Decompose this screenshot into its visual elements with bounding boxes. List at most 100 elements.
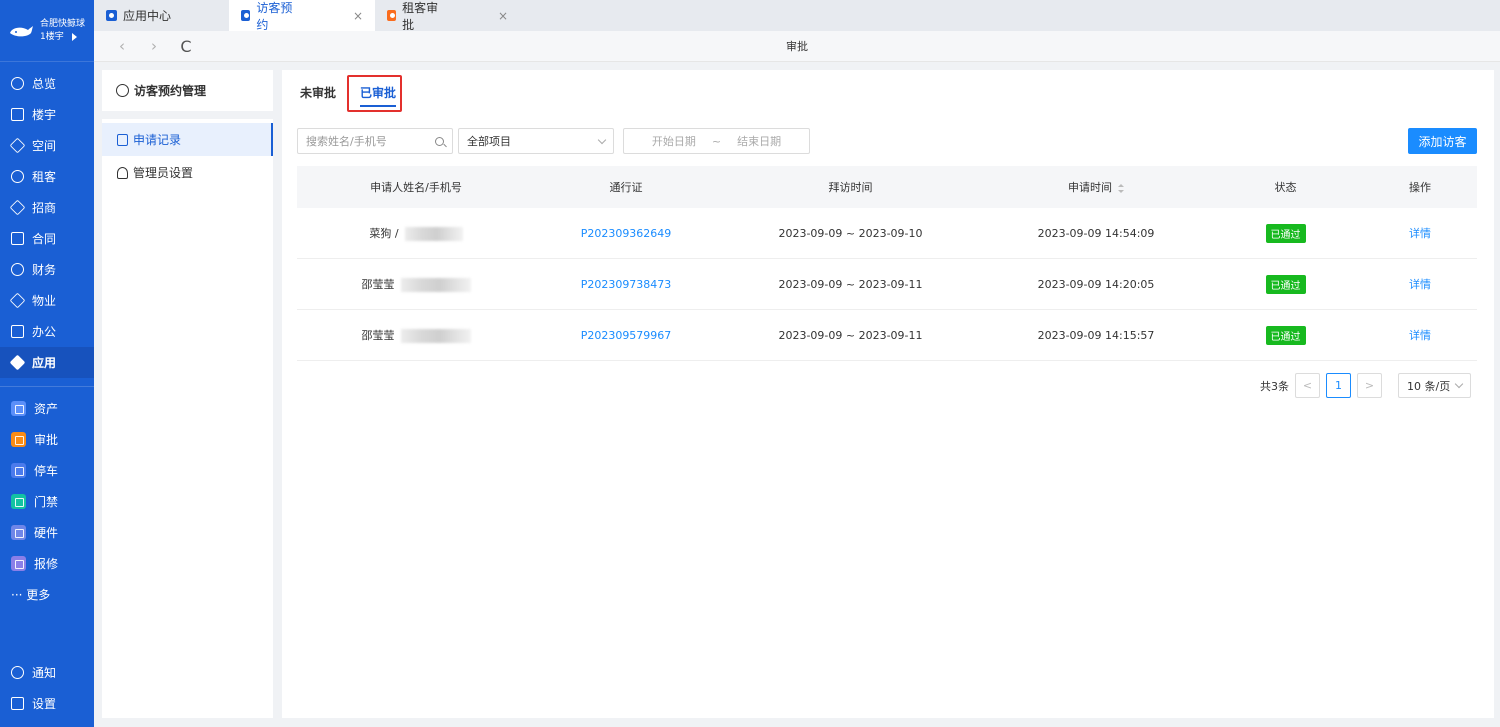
tab-app-center[interactable]: 应用中心: [94, 0, 229, 31]
visit-time-cell: 2023-09-09 ~ 2023-09-10: [778, 226, 923, 240]
nav-item-overview[interactable]: 总览: [0, 68, 94, 99]
col-status: 状态: [1274, 181, 1297, 194]
table-row: 菜狗 / P202309362649 2023-09-09 ~ 2023-09-…: [297, 208, 1477, 259]
nav-item-tenant[interactable]: 租客: [0, 161, 94, 192]
building-icon: [11, 108, 24, 121]
tab-approved[interactable]: 已审批: [348, 70, 408, 115]
hardware-app-icon: [11, 525, 26, 540]
app-icon: [9, 354, 26, 371]
submenu-item-records[interactable]: 申请记录: [102, 123, 273, 156]
approval-app-icon: [11, 432, 26, 447]
status-badge: 已通过: [1265, 223, 1306, 243]
search-input[interactable]: 搜索姓名/手机号: [297, 128, 453, 154]
tenant-icon: [11, 170, 24, 183]
nav-item-hardware[interactable]: 硬件: [0, 517, 94, 548]
main-panel: 未审批 已审批 搜索姓名/手机号 全部项目 开始日期 ~ 结束日期 添加访客 申…: [282, 70, 1494, 718]
building-name: 1楼宇: [40, 31, 64, 42]
parking-app-icon: [11, 463, 26, 478]
menu-icon: [11, 697, 24, 710]
nav-item-parking[interactable]: 停车: [0, 455, 94, 486]
chevron-down-icon: [1454, 379, 1464, 389]
col-pass: 通行证: [609, 181, 643, 194]
nav-item-finance[interactable]: 财务: [0, 254, 94, 285]
col-apply-time[interactable]: 申请时间: [984, 179, 1208, 195]
total-count: 共3条: [1260, 379, 1289, 393]
brand-switcher[interactable]: 合肥快鲸球 1楼宇: [0, 0, 94, 62]
nav-item-leasing[interactable]: 招商: [0, 192, 94, 223]
table-row: 邵莹莹 P202309738473 2023-09-09 ~ 2023-09-1…: [297, 259, 1477, 310]
pass-link[interactable]: P202309362649: [535, 227, 717, 240]
next-page-button[interactable]: >: [1357, 373, 1382, 398]
col-applicant: 申请人姓名/手机号: [370, 181, 462, 194]
assets-app-icon: [11, 401, 26, 416]
nav-item-property[interactable]: 物业: [0, 285, 94, 316]
nav-item-settings[interactable]: 设置: [0, 688, 94, 719]
app-center-icon: [106, 10, 117, 21]
applicant-cell: 菜狗 /: [297, 225, 535, 241]
apply-time-cell: 2023-09-09 14:20:05: [1037, 277, 1155, 291]
nav-item-building[interactable]: 楼宇: [0, 99, 94, 130]
date-end: 结束日期: [737, 135, 782, 148]
applicant-cell: 邵莹莹: [297, 327, 535, 343]
nav-item-space[interactable]: 空间: [0, 130, 94, 161]
back-icon[interactable]: ‹: [106, 37, 138, 55]
pagination: 共3条 < 1 > 10 条/页: [1260, 373, 1471, 398]
redacted-phone: [404, 227, 463, 241]
col-visit-time: 拜访时间: [828, 181, 873, 194]
nav-item-repair[interactable]: 报修: [0, 548, 94, 579]
forward-icon[interactable]: ›: [138, 37, 170, 55]
caret-right-icon: [71, 33, 77, 41]
clipboard-icon: [117, 133, 128, 146]
bell-icon: [11, 666, 24, 679]
tenant-approval-icon: [387, 10, 397, 21]
redacted-phone: [400, 278, 471, 292]
dashboard-icon: [11, 77, 24, 90]
nav-item-apps[interactable]: 应用: [0, 347, 94, 378]
details-link[interactable]: 详情: [1363, 327, 1477, 343]
page-title: 审批: [786, 40, 808, 53]
details-link[interactable]: 详情: [1363, 276, 1477, 292]
sort-icon[interactable]: [1118, 183, 1124, 193]
pass-link[interactable]: P202309579967: [535, 329, 717, 342]
tab-pending[interactable]: 未审批: [282, 70, 348, 115]
tab-tenant-approval[interactable]: 租客审批 ×: [375, 0, 520, 32]
date-range-picker[interactable]: 开始日期 ~ 结束日期: [623, 128, 810, 154]
page-1-button[interactable]: 1: [1326, 373, 1351, 398]
redacted-phone: [400, 329, 471, 343]
nav-item-assets[interactable]: 资产: [0, 393, 94, 424]
tab-visitor-booking[interactable]: 访客预约 ×: [229, 0, 375, 32]
space-icon: [9, 137, 26, 154]
submenu-item-admin-settings[interactable]: 管理员设置: [102, 156, 273, 189]
visit-time-cell: 2023-09-09 ~ 2023-09-11: [778, 277, 923, 291]
user-circle-icon: [116, 84, 129, 97]
close-icon[interactable]: ×: [353, 9, 363, 23]
monitor-icon: [11, 325, 24, 338]
nav-item-notifications[interactable]: 通知: [0, 657, 94, 688]
repair-app-icon: [11, 556, 26, 571]
prev-page-button[interactable]: <: [1295, 373, 1320, 398]
nav-item-approval[interactable]: 审批: [0, 424, 94, 455]
brand-name: 合肥快鲸球: [40, 18, 86, 29]
close-icon[interactable]: ×: [498, 9, 508, 23]
details-link[interactable]: 详情: [1363, 225, 1477, 241]
reload-icon[interactable]: C: [170, 37, 202, 56]
nav-item-more[interactable]: ··· 更多: [0, 579, 94, 610]
records-table: 申请人姓名/手机号 通行证 拜访时间 申请时间 状态 操作 菜狗 / P2023…: [297, 166, 1477, 361]
finance-icon: [11, 263, 24, 276]
address-bar: ‹ › C 审批: [94, 31, 1500, 62]
applicant-cell: 邵莹莹: [297, 276, 535, 292]
status-badge: 已通过: [1265, 274, 1306, 294]
pass-link[interactable]: P202309738473: [535, 278, 717, 291]
project-select[interactable]: 全部项目: [458, 128, 614, 154]
add-visitor-button[interactable]: 添加访客: [1408, 128, 1477, 154]
table-row: 邵莹莹 P202309579967 2023-09-09 ~ 2023-09-1…: [297, 310, 1477, 361]
page-size-select[interactable]: 10 条/页: [1398, 373, 1471, 398]
nav-item-access[interactable]: 门禁: [0, 486, 94, 517]
home-icon: [9, 292, 26, 309]
visit-time-cell: 2023-09-09 ~ 2023-09-11: [778, 328, 923, 342]
visitor-submenu: 访客预约管理 申请记录 管理员设置: [102, 70, 273, 718]
search-icon: [435, 136, 444, 146]
nav-item-office[interactable]: 办公: [0, 316, 94, 347]
nav-item-contract[interactable]: 合同: [0, 223, 94, 254]
submenu-title: 访客预约管理: [102, 70, 273, 119]
